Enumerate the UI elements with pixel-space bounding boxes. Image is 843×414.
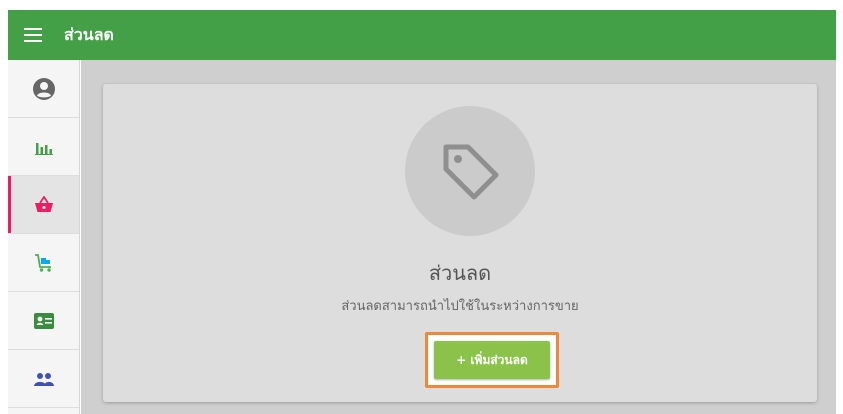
sidebar-item-customers[interactable] <box>8 350 79 408</box>
empty-state-card: ส่วนลด ส่วนลดสามารถนำไปใช้ในระหว่างการขา… <box>103 84 817 402</box>
sidebar-item-reports[interactable] <box>8 118 79 176</box>
bar-chart-icon <box>34 142 53 155</box>
add-discount-button[interactable]: + เพิ่มส่วนลด <box>434 341 550 379</box>
people-icon <box>33 372 54 386</box>
id-card-icon <box>33 312 54 329</box>
app-bar: ส่วนลด <box>8 10 836 60</box>
menu-icon[interactable] <box>8 10 58 60</box>
main-content: ส่วนลด ส่วนลดสามารถนำไปใช้ในระหว่างการขา… <box>81 60 836 414</box>
cart-icon <box>34 253 51 272</box>
sidebar-item-account[interactable] <box>8 60 79 118</box>
empty-state-illustration <box>405 106 535 236</box>
page-title: ส่วนลด <box>64 24 114 44</box>
sidebar-item-cart[interactable] <box>8 234 79 292</box>
sidebar-item-employees[interactable] <box>8 292 79 350</box>
tag-icon <box>443 144 499 200</box>
empty-state-title: ส่วนลด <box>428 261 492 285</box>
empty-state-subtitle: ส่วนลดสามารถนำไปใช้ในระหว่างการขาย <box>341 299 579 314</box>
basket-icon <box>34 195 53 212</box>
sidebar <box>8 60 80 414</box>
add-button-highlight: + เพิ่มส่วนลด <box>425 332 559 388</box>
app-frame: ส่วนลด ส่วนลด ส่วนลดสามารถนำไปใช้ในระหว่… <box>0 0 843 414</box>
account-circle-icon <box>32 77 55 100</box>
sidebar-item-items[interactable] <box>8 176 79 234</box>
